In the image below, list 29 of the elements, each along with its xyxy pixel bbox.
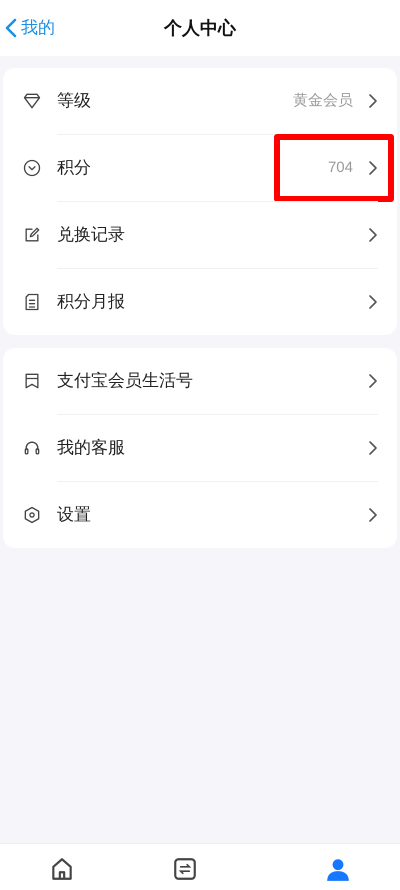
menu-item-label: 设置 [57,504,92,526]
menu-item[interactable]: 支付宝会员生活号 [22,348,378,414]
back-chevron-icon [5,18,17,38]
diamond-icon [22,91,42,111]
menu-item-value: 黄金会员 [293,90,353,111]
chevron-right-icon [368,507,378,523]
menu-item[interactable]: 等级 黄金会员 [22,68,378,134]
chevron-right-icon [368,294,378,310]
menu-item[interactable]: 积分月报 [22,269,378,335]
menu-item-label: 积分 [57,157,92,180]
menu-item[interactable]: 积分 704 [22,135,378,201]
chevron-right-icon [368,160,378,176]
menu-item-label: 兑换记录 [57,224,126,246]
page-title: 个人中心 [164,16,236,40]
chevron-right-icon [368,373,378,389]
menu-item-label: 我的客服 [57,437,126,460]
menu-item[interactable]: 兑换记录 [22,202,378,268]
menu-item-label: 等级 [57,90,92,112]
circle-chevron-icon [22,158,42,178]
menu-item-label: 支付宝会员生活号 [57,370,194,392]
chevron-right-icon [368,227,378,243]
menu-item[interactable]: 设置 [22,482,378,548]
menu-item-label: 积分月报 [57,291,126,314]
exchange-icon[interactable] [172,856,198,882]
menu-item[interactable]: 我的客服 [22,415,378,481]
menu-item-value: 704 [328,158,353,178]
chevron-right-icon [368,440,378,456]
chevron-right-icon [368,93,378,109]
hexagon-icon [22,505,42,525]
